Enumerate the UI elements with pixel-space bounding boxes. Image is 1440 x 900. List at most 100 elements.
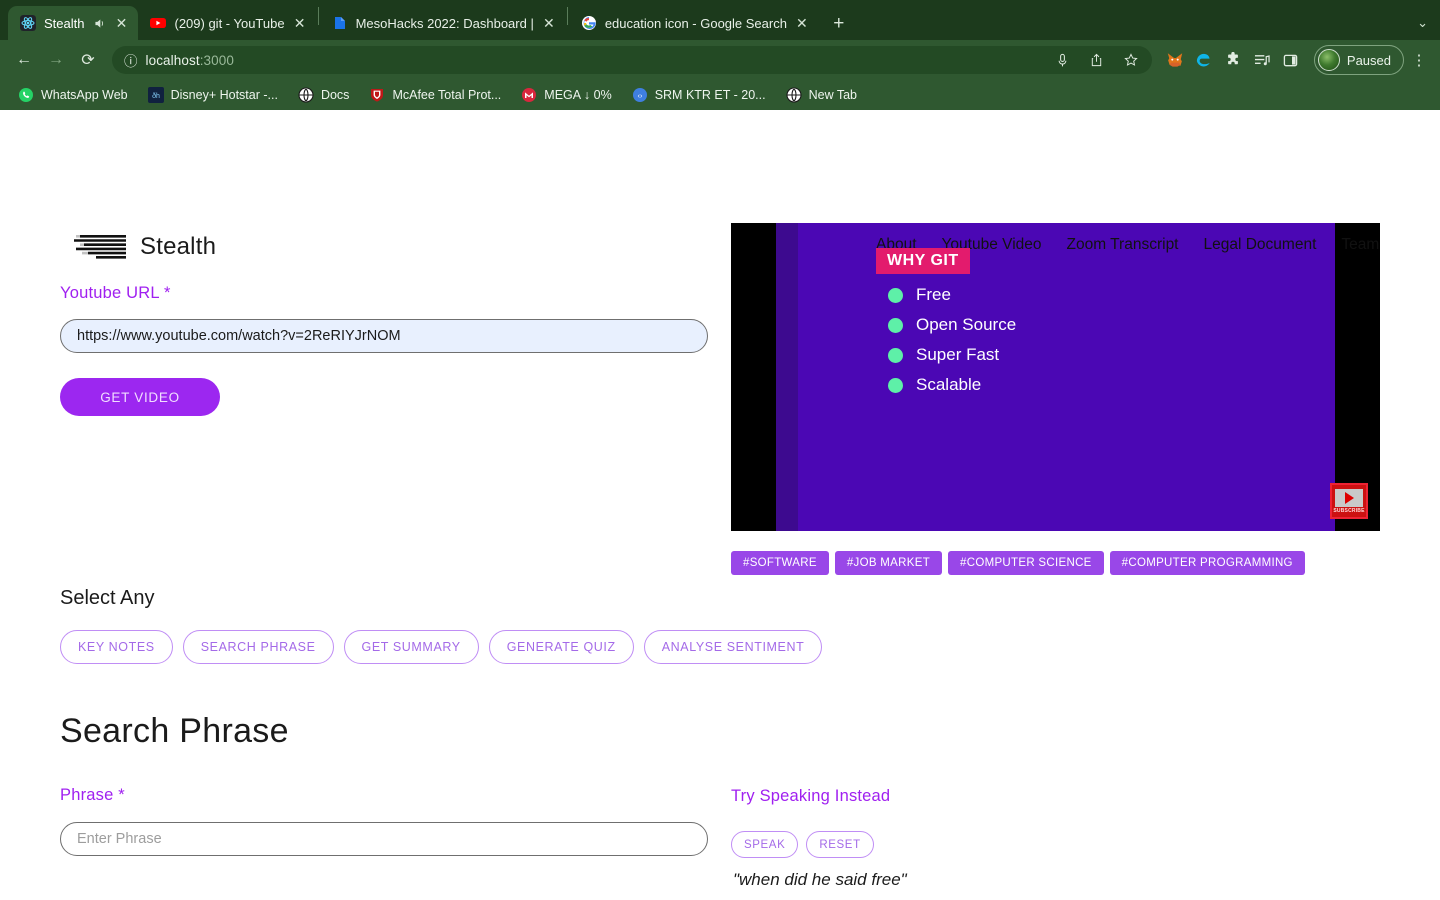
react-icon: [20, 15, 36, 31]
microphone-icon[interactable]: [1050, 47, 1076, 73]
select-any-options: KEY NOTES SEARCH PHRASE GET SUMMARY GENE…: [60, 630, 823, 664]
page-content: Stealth Youtube URL * https://www.youtub…: [0, 110, 1440, 900]
bookmark-label: Docs: [320, 88, 350, 102]
browser-tab-stealth[interactable]: Stealth ✕: [8, 6, 139, 40]
tab-title: Stealth: [44, 15, 85, 31]
phrase-input[interactable]: Enter Phrase: [60, 822, 708, 856]
tab-strip: Stealth ✕ (209) git - YouTube ✕ MesoHack…: [0, 0, 1440, 40]
tag-chip[interactable]: #SOFTWARE: [731, 551, 829, 575]
tag-chip[interactable]: #JOB MARKET: [834, 551, 943, 575]
tab-audio-icon[interactable]: [92, 17, 106, 30]
option-analyse-sentiment[interactable]: ANALYSE SENTIMENT: [643, 630, 823, 664]
subscribe-button-overlay[interactable]: SUBSCRIBE: [1330, 483, 1368, 519]
back-arrow-icon[interactable]: ←: [10, 46, 38, 74]
browser-tab-google-search[interactable]: education icon - Google Search ✕: [569, 6, 819, 40]
three-dot-menu-icon[interactable]: ⋮: [1408, 47, 1430, 73]
bookmark-label: SRM KTR ET - 20...: [654, 88, 766, 102]
speak-button[interactable]: SPEAK: [731, 831, 799, 858]
bookmark-label: MEGA ↓ 0%: [544, 88, 612, 102]
tab-title: MesoHacks 2022: Dashboard |: [355, 15, 534, 31]
speech-heading: Try Speaking Instead: [731, 787, 891, 805]
tab-close-icon[interactable]: ✕: [114, 16, 128, 30]
extensions-puzzle-icon[interactable]: [1220, 47, 1246, 73]
get-video-button[interactable]: GET VIDEO: [60, 378, 220, 416]
tab-close-icon[interactable]: ✕: [293, 16, 307, 30]
bookmark-mcafee[interactable]: McAfee Total Prot...: [359, 83, 511, 107]
reset-button[interactable]: RESET: [806, 831, 874, 858]
list-item: Super Fast: [888, 345, 1016, 365]
forward-arrow-icon[interactable]: →: [42, 46, 70, 74]
metamask-icon[interactable]: [1162, 47, 1188, 73]
video-nav-link[interactable]: Legal Document: [1204, 236, 1317, 254]
bookmark-label: New Tab: [808, 88, 858, 102]
video-nav-link[interactable]: Zoom Transcript: [1067, 236, 1179, 254]
globe-icon: [298, 87, 314, 103]
bookmark-whatsapp[interactable]: WhatsApp Web: [8, 83, 138, 107]
svg-text:‹›: ‹›: [637, 93, 642, 100]
bullet-dot-icon: [888, 347, 903, 363]
tab-close-icon[interactable]: ✕: [542, 16, 556, 30]
edge-icon[interactable]: [1191, 47, 1217, 73]
option-search-phrase[interactable]: SEARCH PHRASE: [182, 630, 334, 664]
chevron-down-icon[interactable]: ⌄: [1417, 15, 1428, 31]
video-bullet-list: Free Open Source Super Fast Scalable: [888, 285, 1016, 395]
list-item: Open Source: [888, 315, 1016, 335]
bookmark-mega[interactable]: MEGA ↓ 0%: [511, 83, 621, 107]
phrase-input-placeholder: Enter Phrase: [77, 831, 162, 847]
bookmarks-bar: WhatsApp Web ðh Disney+ Hotstar -... Doc…: [0, 80, 1440, 110]
bookmark-docs[interactable]: Docs: [288, 83, 359, 107]
play-icon: [1335, 488, 1363, 507]
bookmark-label: Disney+ Hotstar -...: [170, 88, 278, 102]
speech-transcript: "when did he said free": [733, 870, 907, 889]
browser-toolbar: ← → ⟳ ⓘ localhost:3000 Paused ⋮: [0, 40, 1440, 80]
tag-chip[interactable]: #COMPUTER PROGRAMMING: [1109, 551, 1305, 575]
extension-icons: [1162, 47, 1304, 73]
list-item: Free: [888, 285, 1016, 305]
tab-title: education icon - Google Search: [604, 15, 787, 31]
video-player[interactable]: About Youtube Video Zoom Transcript Lega…: [731, 223, 1380, 531]
browser-tab-mesohacks[interactable]: MesoHacks 2022: Dashboard | ✕: [320, 6, 566, 40]
list-item: Scalable: [888, 375, 1016, 395]
profile-avatar: [1317, 49, 1340, 71]
share-icon[interactable]: [1084, 47, 1110, 73]
bullet-label: Open Source: [916, 315, 1017, 334]
reload-icon[interactable]: ⟳: [74, 46, 102, 74]
docs-icon: [334, 17, 345, 29]
site-info-icon[interactable]: ⓘ: [124, 50, 138, 70]
side-panel-icon[interactable]: [1278, 47, 1304, 73]
bookmark-new-tab[interactable]: New Tab: [776, 83, 867, 107]
address-bar-url: localhost:3000: [145, 52, 234, 68]
option-get-summary[interactable]: GET SUMMARY: [343, 630, 479, 664]
media-playlist-icon[interactable]: [1249, 47, 1275, 73]
whatsapp-icon: [19, 88, 33, 102]
address-bar[interactable]: ⓘ localhost:3000: [112, 46, 1152, 74]
browser-tab-youtube[interactable]: (209) git - YouTube ✕: [138, 6, 316, 40]
brand-logo-group: Stealth: [74, 232, 216, 262]
youtube-url-input[interactable]: https://www.youtube.com/watch?v=2ReRIYJr…: [60, 319, 708, 353]
mega-icon: [522, 88, 537, 102]
speech-controls: SPEAK RESET: [731, 831, 874, 858]
speed-lines-logo: [74, 235, 126, 259]
option-generate-quiz[interactable]: GENERATE QUIZ: [488, 630, 634, 664]
hotstar-icon: ðh: [147, 87, 164, 103]
select-any-heading: Select Any: [60, 587, 155, 609]
profile-chip[interactable]: Paused: [1313, 45, 1404, 75]
bookmark-srm[interactable]: ‹› SRM KTR ET - 20...: [622, 83, 776, 107]
new-tab-button[interactable]: +: [825, 9, 853, 37]
tab-title: (209) git - YouTube: [174, 15, 285, 31]
bullet-dot-icon: [888, 317, 903, 333]
video-nav-link[interactable]: Team: [1341, 236, 1379, 254]
tab-divider: [566, 7, 568, 25]
option-key-notes[interactable]: KEY NOTES: [60, 630, 173, 664]
phrase-label: Phrase *: [60, 786, 125, 804]
bullet-label: Free: [916, 285, 951, 304]
bookmark-hotstar[interactable]: ðh Disney+ Hotstar -...: [138, 83, 288, 107]
tag-chip[interactable]: #COMPUTER SCIENCE: [948, 551, 1104, 575]
bookmark-star-icon[interactable]: [1118, 47, 1144, 73]
youtube-url-label: Youtube URL *: [60, 284, 171, 302]
required-asterisk: *: [118, 786, 125, 804]
subscribe-label: SUBSCRIBE: [1333, 507, 1365, 514]
video-tag-list: #SOFTWARE #JOB MARKET #COMPUTER SCIENCE …: [731, 551, 1305, 575]
mcafee-icon: [371, 89, 384, 102]
tab-close-icon[interactable]: ✕: [795, 16, 809, 30]
